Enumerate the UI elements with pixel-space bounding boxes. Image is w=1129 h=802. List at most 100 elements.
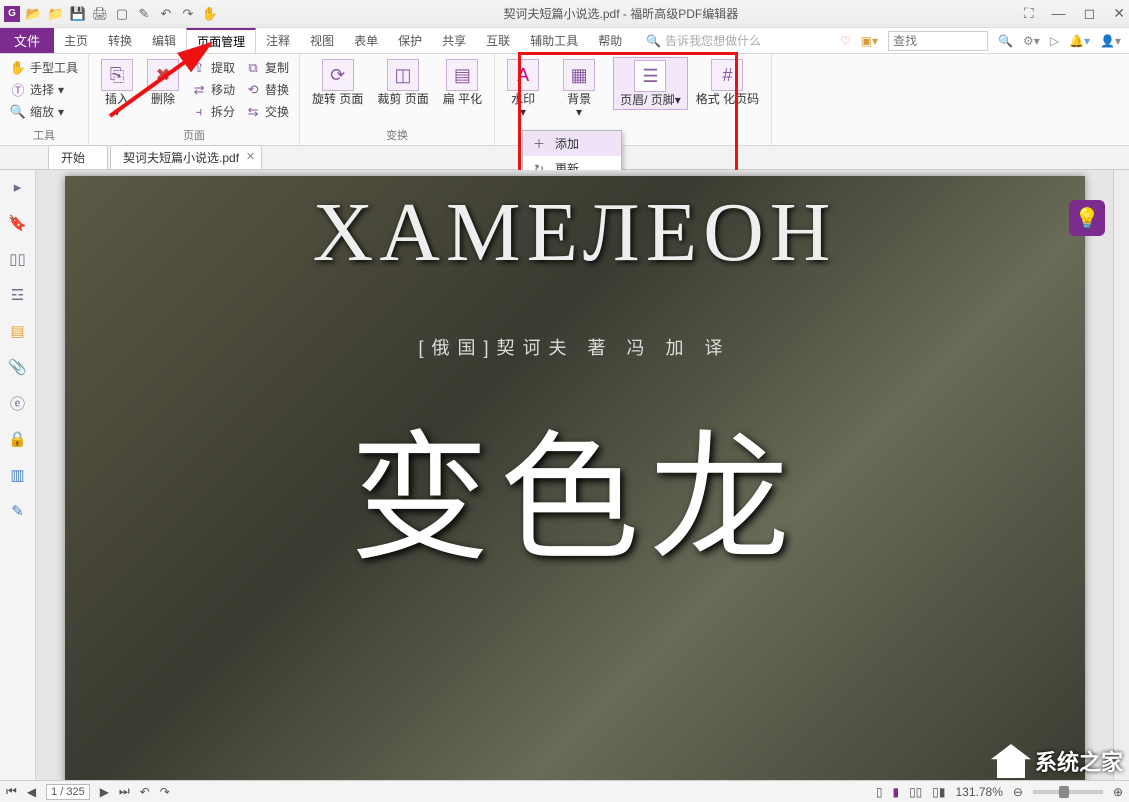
open-icon[interactable]: 📂 bbox=[26, 6, 42, 22]
tab-edit[interactable]: 编辑 bbox=[142, 28, 186, 53]
heart-icon[interactable]: ♡ bbox=[840, 34, 851, 48]
undo-icon[interactable]: ↶ bbox=[158, 6, 174, 22]
zoom-in-button[interactable]: ⊕ bbox=[1113, 785, 1123, 799]
window-buttons: ⛶ — ◻ ✕ bbox=[1024, 5, 1125, 22]
fullscreen-button[interactable]: ⛶ bbox=[1024, 5, 1034, 22]
first-page-button[interactable]: ⏮ bbox=[6, 784, 17, 799]
page-number-field[interactable]: 1 / 325 bbox=[46, 784, 90, 800]
insert-page-button[interactable]: ⎘插入▾ bbox=[95, 57, 139, 121]
swap-button[interactable]: ⇆交换 bbox=[241, 101, 293, 122]
crop-icon: ◫ bbox=[387, 59, 419, 91]
tab-view[interactable]: 视图 bbox=[300, 28, 344, 53]
user-icon[interactable]: 👤▾ bbox=[1100, 34, 1121, 48]
tab-connect[interactable]: 互联 bbox=[476, 28, 520, 53]
edit-icon[interactable]: ✎ bbox=[9, 502, 27, 520]
watermark-button[interactable]: A水印▾ bbox=[501, 57, 545, 121]
find-input[interactable] bbox=[888, 31, 988, 51]
zoom-slider[interactable] bbox=[1033, 790, 1103, 794]
background-button[interactable]: ▦背景▾ bbox=[557, 57, 601, 121]
crop-button[interactable]: ◫裁剪 页面 bbox=[371, 57, 434, 108]
folder-icon[interactable]: 📁 bbox=[48, 6, 64, 22]
dropdown-add[interactable]: ＋添加 bbox=[523, 131, 621, 156]
zoom-value: 131.78% bbox=[956, 785, 1003, 799]
tab-convert[interactable]: 转换 bbox=[98, 28, 142, 53]
bell-icon[interactable]: 🔔▾ bbox=[1069, 34, 1090, 48]
replace-icon: ⟲ bbox=[245, 82, 261, 98]
replace-button[interactable]: ⟲替换 bbox=[241, 79, 293, 100]
tab-protect[interactable]: 保护 bbox=[388, 28, 432, 53]
group-transform-label: 变换 bbox=[306, 126, 488, 143]
note-icon[interactable]: ✎ bbox=[136, 6, 152, 22]
tab-share[interactable]: 共享 bbox=[432, 28, 476, 53]
background-icon: ▦ bbox=[563, 59, 595, 91]
view-single-icon[interactable]: ▯ bbox=[876, 785, 883, 799]
nav-fwd-button[interactable]: ↷ bbox=[160, 785, 170, 799]
page-chinese-title: 变色龙 bbox=[65, 386, 1085, 588]
hand-icon[interactable]: ✋ bbox=[202, 6, 218, 22]
document-viewport[interactable]: ХАМЕЛЕОН [俄国]契诃夫 著 冯 加 译 变色龙 bbox=[36, 170, 1113, 780]
vertical-scrollbar[interactable] bbox=[1113, 170, 1129, 780]
header-footer-button[interactable]: ☰页眉/ 页脚▾ bbox=[613, 57, 688, 110]
tab-document[interactable]: 契诃夫短篇小说选.pdf✕ bbox=[110, 145, 262, 169]
last-page-button[interactable]: ⏭ bbox=[119, 784, 130, 799]
delete-page-button[interactable]: ✖删除 bbox=[141, 57, 185, 108]
rail-expand-icon[interactable]: ▸ bbox=[9, 178, 27, 196]
tab-form[interactable]: 表单 bbox=[344, 28, 388, 53]
nav-back-button[interactable]: ↶ bbox=[140, 785, 150, 799]
extract-icon: ⇪ bbox=[191, 60, 207, 76]
play-icon[interactable]: ▷ bbox=[1050, 34, 1059, 48]
view-cover-icon[interactable]: ▯▮ bbox=[932, 785, 945, 799]
attachments-icon[interactable]: 📎 bbox=[9, 358, 27, 376]
zoom-out-button[interactable]: ⊖ bbox=[1013, 785, 1023, 799]
tips-bulb-button[interactable]: 💡 bbox=[1069, 200, 1105, 236]
rotate-button[interactable]: ⟳旋转 页面 bbox=[306, 57, 369, 108]
gear-icon[interactable]: ⚙▾ bbox=[1023, 34, 1040, 48]
group-pages: ⎘插入▾ ✖删除 ⇪提取 ⇄移动 ⫞拆分 ⧉复制 ⟲替换 ⇆交换 页面 bbox=[89, 54, 300, 145]
security-icon[interactable]: 🔒 bbox=[9, 430, 27, 448]
flatten-button[interactable]: ▤扁 平化 bbox=[437, 57, 488, 108]
view-facing-icon[interactable]: ▯▯ bbox=[909, 785, 922, 799]
folder-small-icon[interactable]: ▣▾ bbox=[861, 34, 878, 48]
select-button[interactable]: Ⓣ选择 ▾ bbox=[6, 79, 82, 100]
redo-icon[interactable]: ↷ bbox=[180, 6, 196, 22]
group-tools-label: 工具 bbox=[6, 126, 82, 143]
comments-icon[interactable]: ▤ bbox=[9, 322, 27, 340]
tab-home[interactable]: 主页 bbox=[54, 28, 98, 53]
window-title: 契诃夫短篇小说选.pdf - 福昕高级PDF编辑器 bbox=[218, 5, 1024, 22]
extract-button[interactable]: ⇪提取 bbox=[187, 57, 239, 78]
tab-page-manage[interactable]: 页面管理 bbox=[186, 28, 256, 53]
close-button[interactable]: ✕ bbox=[1113, 5, 1125, 22]
rotate-icon: ⟳ bbox=[322, 59, 354, 91]
close-tab-icon[interactable]: ✕ bbox=[246, 150, 255, 163]
search-icon[interactable]: 🔍 bbox=[998, 34, 1013, 48]
file-tab[interactable]: 文件 bbox=[0, 28, 54, 53]
view-continuous-icon[interactable]: ▮ bbox=[892, 785, 899, 799]
next-page-button[interactable]: ▶ bbox=[100, 785, 109, 799]
bookmark-icon[interactable]: 🔖 bbox=[9, 214, 27, 232]
copy-button[interactable]: ⧉复制 bbox=[241, 57, 293, 78]
page-author-line: [俄国]契诃夫 著 冯 加 译 bbox=[65, 334, 1085, 360]
tab-help[interactable]: 帮助 bbox=[588, 28, 632, 53]
minimize-button[interactable]: — bbox=[1052, 5, 1066, 22]
ribbon-tabstrip: 文件 主页 转换 编辑 页面管理 注释 视图 表单 保护 共享 互联 辅助工具 … bbox=[0, 28, 1129, 54]
zoom-button[interactable]: 🔍缩放 ▾ bbox=[6, 101, 82, 122]
tell-me-search[interactable]: 🔍 告诉我您想做什么 bbox=[646, 28, 761, 53]
layers-icon[interactable]: ☲ bbox=[9, 286, 27, 304]
print-icon[interactable]: 🖨 bbox=[92, 6, 108, 22]
tags-icon[interactable]: ▥ bbox=[9, 466, 27, 484]
tab-start[interactable]: 开始 bbox=[48, 145, 108, 169]
signatures-icon[interactable]: ⓔ bbox=[9, 394, 27, 412]
format-pagenum-button[interactable]: #格式 化页码 bbox=[690, 57, 765, 108]
tab-annotate[interactable]: 注释 bbox=[256, 28, 300, 53]
tab-accessibility[interactable]: 辅助工具 bbox=[520, 28, 588, 53]
hand-tool-button[interactable]: ✋手型工具 bbox=[6, 57, 82, 78]
thumbnails-icon[interactable]: ▯▯ bbox=[9, 250, 27, 268]
pdf-page: ХАМЕЛЕОН [俄国]契诃夫 著 冯 加 译 变色龙 bbox=[65, 176, 1085, 780]
move-button[interactable]: ⇄移动 bbox=[187, 79, 239, 100]
prev-page-button[interactable]: ◀ bbox=[27, 785, 36, 799]
split-button[interactable]: ⫞拆分 bbox=[187, 101, 239, 122]
maximize-button[interactable]: ◻ bbox=[1084, 5, 1096, 22]
save-icon[interactable]: 💾 bbox=[70, 6, 86, 22]
new-icon[interactable]: ▢ bbox=[114, 6, 130, 22]
watermark-text: 系统之家 bbox=[1035, 745, 1123, 777]
